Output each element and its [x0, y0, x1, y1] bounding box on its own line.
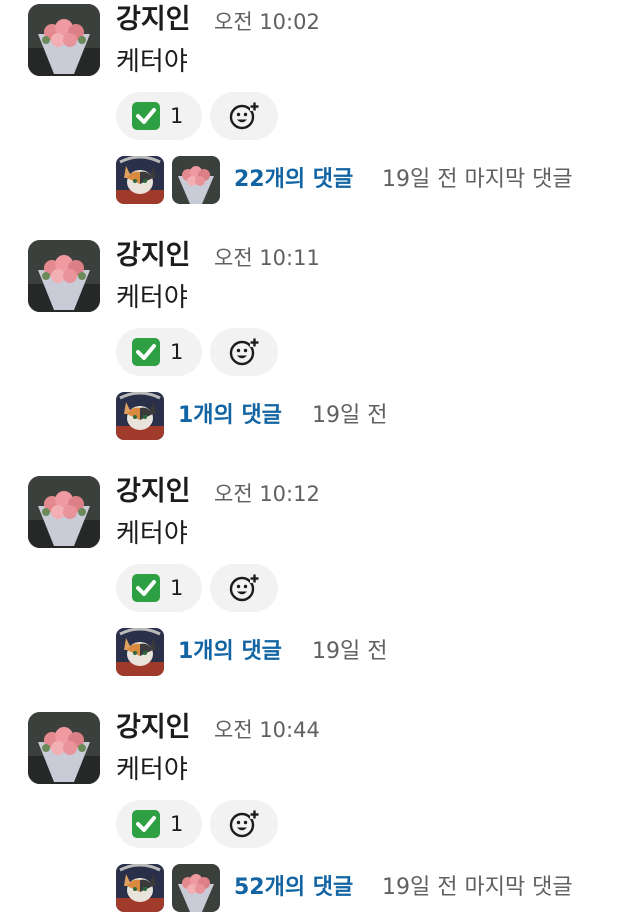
- cat-avatar-icon: [116, 392, 164, 440]
- message-timestamp[interactable]: 오전 10:44: [214, 714, 320, 746]
- reply-count-link[interactable]: 1개의 댓글: [178, 400, 282, 432]
- add-reaction-button[interactable]: [210, 564, 278, 612]
- add-reaction-button[interactable]: [210, 92, 278, 140]
- flower-bouquet-avatar-icon[interactable]: [28, 240, 100, 312]
- cat-avatar-icon: [116, 864, 164, 912]
- add-reaction-button[interactable]: [210, 800, 278, 848]
- reaction-pill[interactable]: 1: [116, 92, 202, 140]
- flower-bouquet-avatar-icon: [172, 156, 220, 204]
- add-reaction-icon: [229, 102, 259, 130]
- cat-avatar-icon: [116, 156, 164, 204]
- message-item: 강지인 오전 10:02 케터야 1 22개의 댓글 19일 전 마지막 댓글: [0, 0, 644, 220]
- add-reaction-icon: [229, 574, 259, 602]
- reply-count-link[interactable]: 22개의 댓글: [234, 164, 353, 196]
- message-text: 케터야: [116, 47, 188, 77]
- message-timestamp[interactable]: 오전 10:02: [214, 6, 320, 38]
- thread-summary[interactable]: 22개의 댓글 19일 전 마지막 댓글: [116, 156, 636, 206]
- message-text: 케터야: [116, 755, 188, 785]
- thread-summary[interactable]: 52개의 댓글 19일 전 마지막 댓글: [116, 864, 636, 914]
- check-mark-emoji-icon: [132, 102, 160, 130]
- reaction-count: 1: [170, 812, 184, 836]
- message-item: 강지인 오전 10:44 케터야 1 52개의 댓글 19일 전 마지막 댓글: [0, 708, 644, 924]
- reaction-count: 1: [170, 340, 184, 364]
- message-item: 강지인 오전 10:11 케터야 1 1개의 댓글 19일 전: [0, 236, 644, 456]
- reaction-pill[interactable]: 1: [116, 800, 202, 848]
- reaction-count: 1: [170, 104, 184, 128]
- cat-avatar-icon: [116, 628, 164, 676]
- flower-bouquet-avatar-icon[interactable]: [28, 712, 100, 784]
- thread-summary[interactable]: 1개의 댓글 19일 전: [116, 628, 636, 678]
- last-reply-time: 19일 전: [312, 403, 388, 428]
- flower-bouquet-avatar-icon[interactable]: [28, 4, 100, 76]
- add-reaction-icon: [229, 810, 259, 838]
- message-text: 케터야: [116, 519, 188, 549]
- check-mark-emoji-icon: [132, 338, 160, 366]
- thread-summary[interactable]: 1개의 댓글 19일 전: [116, 392, 636, 442]
- reaction-count: 1: [170, 576, 184, 600]
- message-feed: 강지인 오전 10:02 케터야 1 22개의 댓글 19일 전 마지막 댓글: [0, 0, 644, 924]
- reaction-pill[interactable]: 1: [116, 564, 202, 612]
- reply-count-link[interactable]: 1개의 댓글: [178, 636, 282, 668]
- last-reply-time: 19일 전: [312, 639, 388, 664]
- reply-count-link[interactable]: 52개의 댓글: [234, 872, 353, 904]
- message-item: 강지인 오전 10:12 케터야 1 1개의 댓글 19일 전: [0, 472, 644, 692]
- author-name[interactable]: 강지인: [116, 236, 191, 276]
- author-name[interactable]: 강지인: [116, 472, 191, 512]
- flower-bouquet-avatar-icon[interactable]: [28, 476, 100, 548]
- message-text: 케터야: [116, 283, 188, 313]
- check-mark-emoji-icon: [132, 574, 160, 602]
- message-timestamp[interactable]: 오전 10:12: [214, 478, 320, 510]
- check-mark-emoji-icon: [132, 810, 160, 838]
- author-name[interactable]: 강지인: [116, 708, 191, 748]
- add-reaction-button[interactable]: [210, 328, 278, 376]
- last-reply-time: 19일 전 마지막 댓글: [382, 167, 573, 192]
- flower-bouquet-avatar-icon: [172, 864, 220, 912]
- author-name[interactable]: 강지인: [116, 0, 191, 40]
- reaction-pill[interactable]: 1: [116, 328, 202, 376]
- last-reply-time: 19일 전 마지막 댓글: [382, 875, 573, 900]
- message-timestamp[interactable]: 오전 10:11: [214, 242, 320, 274]
- add-reaction-icon: [229, 338, 259, 366]
